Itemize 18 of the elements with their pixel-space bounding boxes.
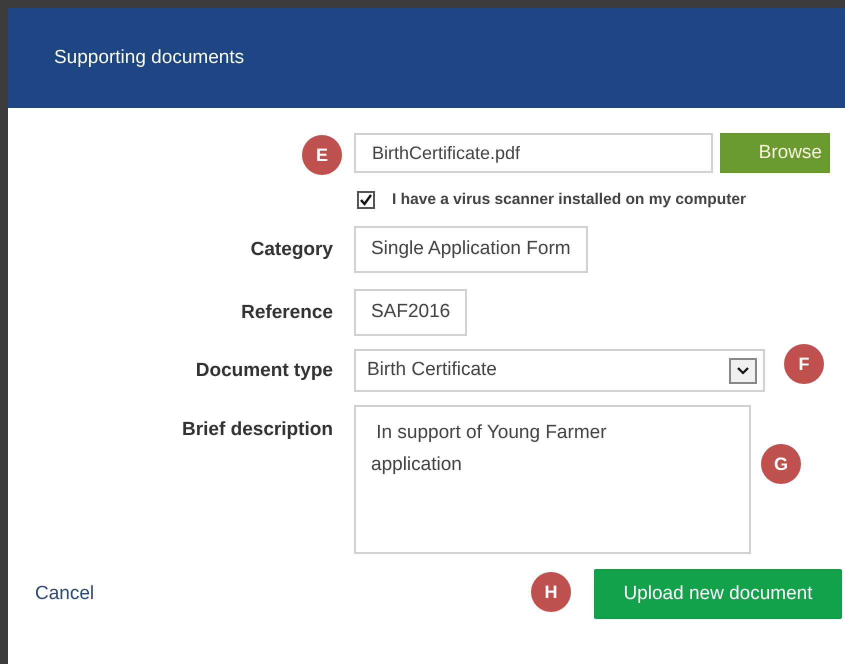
field-label: Brief description <box>182 418 333 442</box>
text-field[interactable]: Single Application Form <box>354 226 588 273</box>
callout-marker: H <box>531 572 571 612</box>
text-field[interactable]: SAF2016 <box>354 289 468 336</box>
callout-marker: G <box>761 444 801 484</box>
dialog-title: Supporting documents <box>54 46 244 70</box>
field-label: Reference <box>241 301 333 325</box>
dropdown[interactable]: Birth Certificate <box>354 349 765 392</box>
description-field[interactable]: In support of Young Farmer application <box>354 405 751 554</box>
cancel-link[interactable]: Cancel <box>35 580 94 608</box>
dropdown-value: Birth Certificate <box>367 358 497 382</box>
checkbox-label: I have a virus scanner installed on my computer <box>392 190 746 210</box>
callout-marker: F <box>784 344 824 384</box>
checkbox[interactable] <box>357 191 375 209</box>
field-label: Document type <box>196 359 333 383</box>
field-label: Category <box>250 238 333 262</box>
callout-marker: E <box>302 135 342 175</box>
file-field[interactable]: BirthCertificate.pdf <box>354 133 713 173</box>
